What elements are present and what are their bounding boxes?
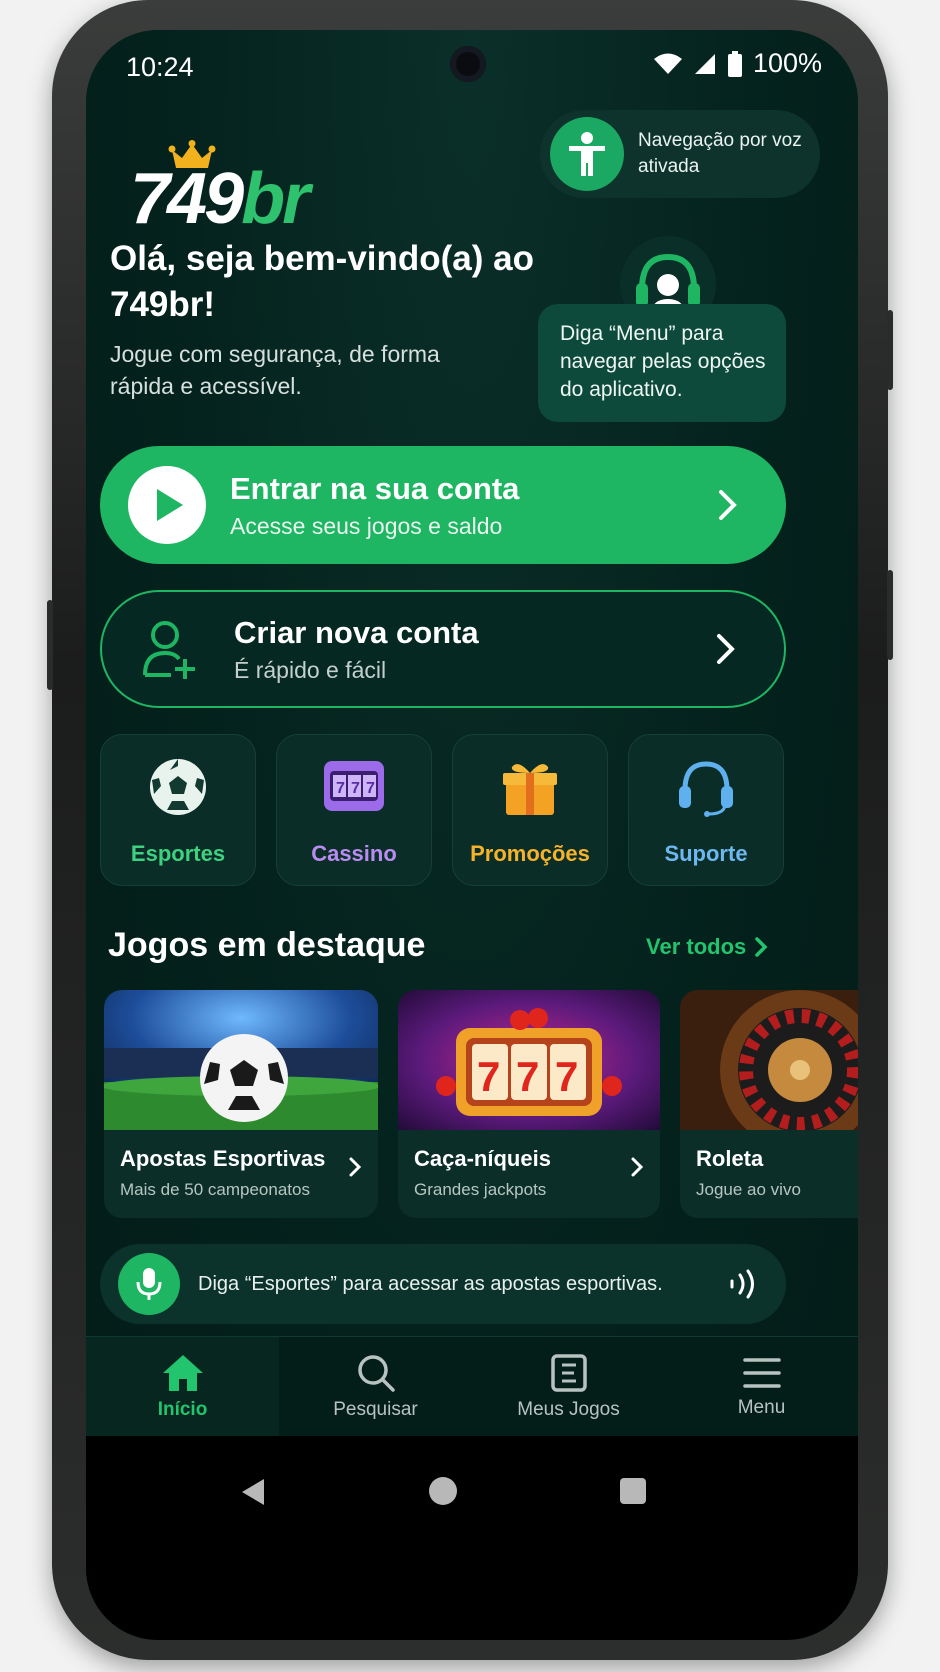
signal-icon — [694, 53, 715, 74]
nav-inicio[interactable]: Início — [86, 1337, 279, 1436]
create-account-button[interactable]: Criar nova conta É rápido e fácil — [100, 590, 786, 708]
category-promocoes[interactable]: Promoções — [452, 734, 608, 886]
nav-label: Pesquisar — [333, 1398, 418, 1420]
game-subtitle: Grandes jackpots — [414, 1180, 547, 1199]
game-card-caca-niqueis[interactable]: 7 7 7 Caça-níqueis Grandes jackpots — [398, 990, 660, 1218]
welcome-subtitle: Jogue com segurança, de forma rápida e a… — [110, 341, 440, 399]
game-title: Caça-níqueis — [414, 1146, 551, 1171]
chevron-right-icon — [755, 937, 768, 957]
nav-label: Meus Jogos — [517, 1398, 620, 1420]
app-screen: 10:24 100% 749br Navegação por voz ativa… — [86, 30, 858, 1640]
bottom-navigation: Início Pesquisar Meus Jogos Menu — [86, 1336, 858, 1436]
svg-text:7: 7 — [351, 780, 360, 797]
accessibility-icon — [550, 117, 624, 191]
hamburger-icon — [742, 1357, 781, 1388]
soccer-stadium-image — [104, 990, 378, 1130]
status-time: 10:24 — [126, 52, 194, 82]
login-subtitle: Acesse seus jogos e saldo — [230, 512, 503, 539]
voice-hint-text: Diga “Esportes” para acessar as apostas … — [198, 1272, 663, 1295]
category-label: Esportes — [130, 841, 226, 866]
logo-wordmark: 749br — [130, 159, 310, 239]
category-label: Promoções — [470, 841, 590, 866]
side-button — [887, 570, 893, 660]
svg-text:7: 7 — [555, 1053, 578, 1100]
login-title: Entrar na sua conta — [230, 470, 520, 506]
category-cassino[interactable]: 7 7 7 Cassino — [276, 734, 432, 886]
login-button[interactable]: Entrar na sua conta Acesse seus jogos e … — [100, 446, 786, 564]
voice-hint-bar[interactable]: Diga “Esportes” para acessar as apostas … — [100, 1244, 786, 1324]
front-camera — [450, 46, 486, 82]
nav-pesquisar[interactable]: Pesquisar — [279, 1337, 472, 1436]
wifi-icon — [653, 53, 682, 74]
add-user-icon — [132, 610, 210, 688]
app-logo[interactable]: 749br — [130, 140, 330, 240]
sound-wave-icon — [730, 1269, 754, 1299]
chevron-right-icon — [706, 629, 746, 669]
svg-text:7: 7 — [477, 1053, 500, 1100]
roulette-image — [680, 990, 858, 1130]
volume-button — [47, 600, 53, 690]
recents-icon[interactable] — [618, 1476, 648, 1506]
chevron-right-icon — [708, 485, 748, 525]
nav-label: Início — [157, 1398, 208, 1420]
game-card-apostas-esportivas[interactable]: Apostas Esportivas Mais de 50 campeonato… — [104, 990, 378, 1218]
game-title: Apostas Esportivas — [120, 1146, 326, 1171]
game-subtitle: Mais de 50 campeonatos — [120, 1180, 310, 1199]
game-title: Roleta — [696, 1146, 764, 1171]
status-icons: 100% — [653, 48, 822, 79]
microphone-icon — [118, 1253, 180, 1315]
search-icon — [357, 1354, 395, 1392]
slot-machine-image: 7 7 7 — [398, 990, 660, 1130]
svg-text:7: 7 — [366, 780, 375, 797]
slot-machine-icon: 7 7 7 — [322, 755, 386, 819]
category-esportes[interactable]: Esportes — [100, 734, 256, 886]
nav-meus-jogos[interactable]: Meus Jogos — [472, 1337, 665, 1436]
game-card-roleta[interactable]: Roleta Jogue ao vivo — [680, 990, 858, 1218]
create-account-subtitle: É rápido e fácil — [234, 656, 387, 683]
power-button — [887, 310, 893, 390]
nav-label: Menu — [737, 1396, 786, 1418]
chevron-right-icon — [631, 1157, 644, 1177]
gift-icon — [498, 755, 562, 819]
battery-level: 100% — [752, 48, 822, 78]
voice-navigation-status[interactable]: Navegação por voz ativada — [540, 110, 820, 198]
category-suporte[interactable]: Suporte — [628, 734, 784, 886]
category-label: Cassino — [311, 841, 397, 866]
ticket-icon — [550, 1353, 587, 1392]
voice-navigation-label: Navegação por voz ativada — [638, 130, 802, 177]
home-system-icon[interactable] — [428, 1476, 458, 1506]
back-icon[interactable] — [238, 1476, 270, 1508]
featured-title: Jogos em destaque — [108, 926, 426, 964]
home-icon — [162, 1354, 203, 1391]
assistant-message: Diga “Menu” para navegar pelas opções do… — [538, 304, 786, 422]
soccer-ball-icon — [146, 755, 210, 819]
see-all-label: Ver todos — [646, 934, 747, 959]
system-navigation-bar — [86, 1436, 858, 1640]
svg-text:7: 7 — [516, 1053, 539, 1100]
welcome-title: Olá, seja bem-vindo(a) ao 749br! — [110, 239, 534, 324]
game-subtitle: Jogue ao vivo — [696, 1180, 801, 1199]
create-account-title: Criar nova conta — [234, 614, 479, 650]
chevron-right-icon — [349, 1157, 362, 1177]
see-all-link[interactable]: Ver todos — [646, 934, 768, 960]
category-label: Suporte — [664, 841, 748, 866]
svg-text:7: 7 — [336, 780, 345, 797]
battery-icon — [727, 50, 742, 77]
headset-icon — [674, 755, 738, 819]
nav-menu[interactable]: Menu — [665, 1337, 858, 1436]
play-icon — [128, 466, 206, 544]
